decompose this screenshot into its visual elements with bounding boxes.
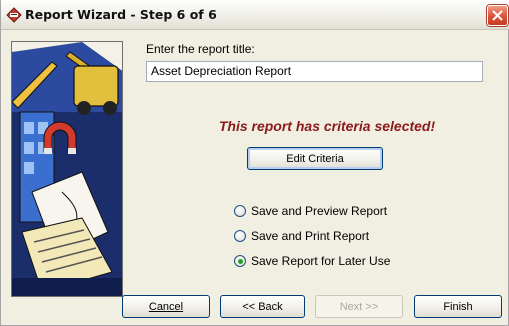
option-save-preview[interactable]: Save and Preview Report: [234, 203, 387, 219]
option-save-later-label: Save Report for Later Use: [251, 254, 391, 268]
radio-save-preview[interactable]: [234, 205, 246, 217]
window-title: Report Wizard - Step 6 of 6: [25, 7, 217, 22]
cancel-button[interactable]: Cancel: [122, 295, 210, 318]
close-button[interactable]: [487, 5, 508, 26]
finish-button[interactable]: Finish: [414, 295, 502, 318]
option-save-preview-label: Save and Preview Report: [251, 204, 388, 218]
radio-save-later[interactable]: [234, 255, 246, 267]
report-title-input[interactable]: Asset Depreciation Report: [146, 61, 483, 82]
criteria-notice: This report has criteria selected!: [218, 118, 436, 134]
title-bar[interactable]: Report Wizard - Step 6 of 6: [1, 0, 509, 30]
option-save-later[interactable]: Save Report for Later Use: [234, 253, 390, 269]
option-save-print[interactable]: Save and Print Report: [234, 228, 369, 244]
wizard-illustration: [11, 41, 123, 297]
report-wizard-icon: [6, 7, 22, 23]
report-wizard-window: Report Wizard - Step 6 of 6 Enter the re…: [0, 0, 509, 326]
option-save-print-label: Save and Print Report: [251, 229, 370, 243]
radio-save-print[interactable]: [234, 230, 246, 242]
edit-criteria-button[interactable]: Edit Criteria: [247, 147, 383, 170]
report-title-label: Enter the report title:: [146, 42, 255, 56]
back-button[interactable]: << Back: [220, 295, 305, 318]
close-icon: [492, 10, 503, 21]
next-button[interactable]: Next >>: [315, 295, 403, 318]
